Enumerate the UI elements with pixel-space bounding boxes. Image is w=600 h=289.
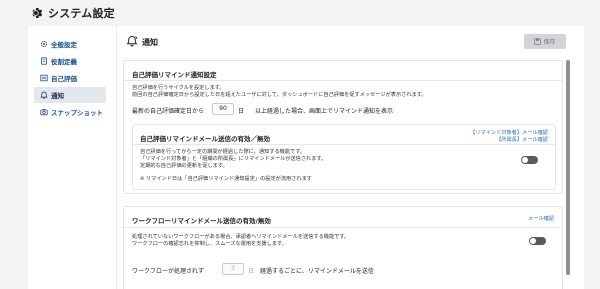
gear-icon: [40, 40, 48, 48]
divider: [124, 80, 562, 81]
self-eval-row-prefix: 最新の自己評価確定日から: [132, 108, 205, 115]
settings-shell: 全般設定 役割定義 自己評価 通知 スナップショット 通知 保存 自己評価リマイ…: [28, 26, 584, 289]
workflow-mail-check-link[interactable]: メール確認: [528, 215, 554, 222]
app-title: システム設定: [48, 7, 115, 20]
divider: [124, 227, 562, 228]
sidebar-item-label: 通知: [51, 92, 64, 100]
workflow-reminder-title: ワークフローリマインドメール送信の有効/無効: [132, 217, 271, 225]
page-title: 通知: [142, 38, 158, 47]
self-eval-row-suffix: 以上経過した場合、画面上でリマインド通知を表示: [255, 108, 394, 115]
workflow-row-suffix: 経過するごとに、リマインドメールを送信: [260, 268, 374, 275]
self-eval-days-input[interactable]: 90: [212, 103, 234, 115]
list-icon: [40, 74, 48, 82]
scrollbar[interactable]: [566, 60, 570, 275]
bell-icon: [40, 91, 48, 99]
sidebar: 全般設定 役割定義 自己評価 通知 スナップショット: [28, 26, 116, 289]
bell-icon: [126, 35, 138, 47]
main-header: 通知 保存: [117, 26, 585, 56]
sidebar-item-roles[interactable]: 役割定義: [34, 53, 116, 69]
self-eval-mail-card: 自己評価リマインドメール送信の有効／無効 【リマインド対象者】メール確認 【所属…: [132, 124, 556, 190]
gear-icon: [32, 8, 43, 18]
sidebar-item-self-eval[interactable]: 自己評価: [34, 70, 116, 86]
divider: [133, 144, 555, 145]
main-panel: 通知 保存 自己評価リマインド通知設定 自己評価を行うサイクルを設定します。 前…: [116, 26, 584, 289]
workflow-desc-2: ワークフローの確認忘れを抑制し、スムーズな運用を支援します。: [132, 241, 287, 247]
sidebar-item-label: 役割定義: [51, 58, 77, 66]
self-eval-reminder-title: 自己評価リマインド通知設定: [132, 71, 217, 79]
self-eval-mail-title: 自己評価リマインドメール送信の有効／無効: [140, 135, 270, 143]
self-eval-desc-2: 前回の自己評価確定日から設定した日を超えたユーザに対して、ダッシュボードに自己評…: [132, 92, 427, 98]
save-icon: [534, 38, 542, 45]
self-eval-mail-note: ※ リマインド日は「自己評価リマインド通知設定」の設定が流用されます: [140, 176, 312, 182]
toggle-knob: [522, 157, 528, 163]
sidebar-item-label: スナップショット: [51, 109, 103, 117]
sidebar-item-snapshot[interactable]: スナップショット: [34, 104, 116, 120]
mail-check-dept-link[interactable]: 【所属長】メール確認: [496, 136, 548, 143]
sidebar-item-notification[interactable]: 通知: [34, 87, 106, 103]
toggle-knob: [530, 238, 536, 244]
self-eval-mail-toggle[interactable]: [521, 156, 538, 164]
self-eval-mail-desc-3: 定期的な自己評価の更新を促します。: [140, 163, 228, 169]
document-icon: [41, 57, 47, 65]
sidebar-item-general[interactable]: 全般設定: [34, 36, 116, 52]
settings-scroll-area[interactable]: 自己評価リマインド通知設定 自己評価を行うサイクルを設定します。 前回の自己評価…: [117, 60, 585, 289]
app-header: システム設定: [0, 0, 600, 26]
workflow-reminder-card: ワークフローリマインドメール送信の有効/無効 メール確認 処理されていないワーク…: [123, 206, 563, 289]
self-eval-reminder-card: 自己評価リマインド通知設定 自己評価を行うサイクルを設定します。 前回の自己評価…: [123, 60, 563, 194]
workflow-days-unit: 日: [248, 268, 255, 275]
workflow-row-prefix: ワークフローが処理されず: [132, 268, 205, 275]
workflow-mail-toggle[interactable]: [529, 237, 546, 245]
mail-check-target-link[interactable]: 【リマインド対象者】メール確認: [470, 129, 548, 136]
sidebar-item-label: 全般設定: [51, 41, 77, 49]
camera-icon: [40, 109, 48, 116]
save-button[interactable]: 保存: [524, 34, 566, 49]
workflow-days-input[interactable]: 3: [222, 263, 244, 275]
save-button-label: 保存: [543, 39, 556, 46]
sidebar-item-label: 自己評価: [51, 75, 77, 83]
self-eval-days-unit: 日: [238, 108, 245, 115]
